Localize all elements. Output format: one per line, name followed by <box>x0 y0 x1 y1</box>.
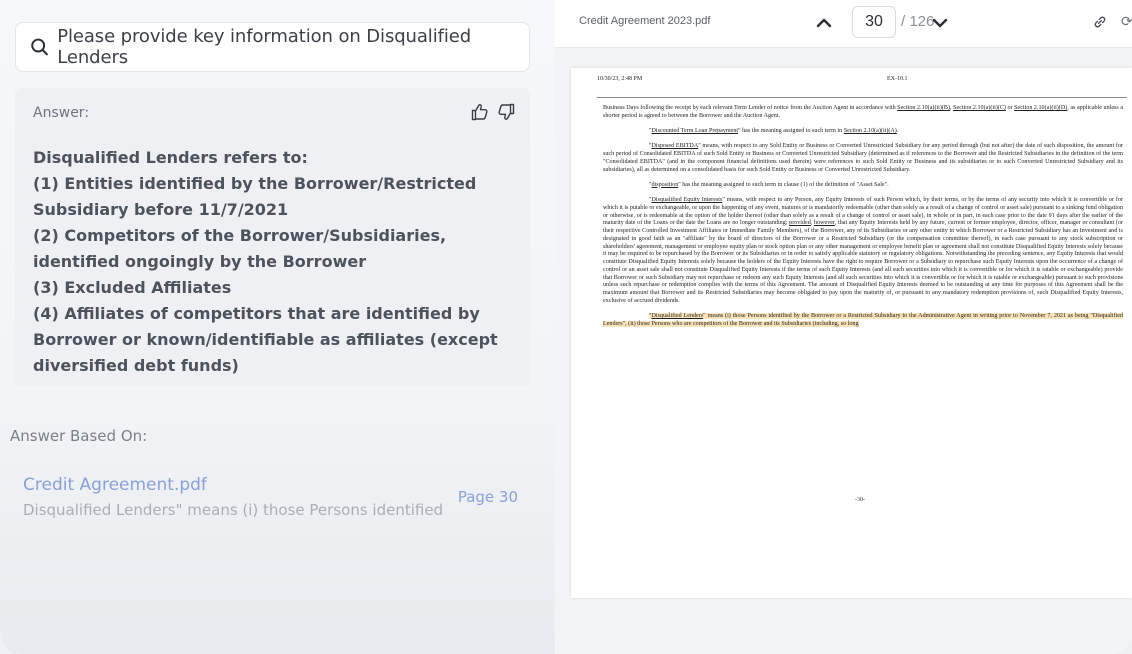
search-query[interactable]: Please provide key information on Disqua… <box>57 26 529 68</box>
page-number-input[interactable]: 30 <box>852 6 896 38</box>
document-name: Credit Agreement 2023.pdf <box>579 15 711 27</box>
pdf-viewer: Credit Agreement 2023.pdf 30 / 126 ⟳ 10/… <box>555 0 1132 654</box>
app-frame: Please provide key information on Disqua… <box>0 0 1132 654</box>
answer-line: Disqualified Lenders refers to: <box>33 148 308 167</box>
divider <box>597 97 1127 98</box>
thumbs-down-icon[interactable] <box>496 102 516 122</box>
answer-line: (2) Competitors of the Borrower/Subsidia… <box>33 226 447 271</box>
answer-line: (3) Excluded Affiliates <box>33 278 232 297</box>
link-icon[interactable] <box>1091 13 1109 31</box>
pdf-page-number: -30- <box>855 497 865 503</box>
source-title[interactable]: Credit Agreement.pdf <box>23 475 207 495</box>
answer-text: Disqualified Lenders refers to: (1) Enti… <box>33 145 521 379</box>
answer-label: Answer: <box>33 105 90 121</box>
pdf-page: 10/30/23, 2:48 PM EX-10.1 Business Days … <box>571 68 1132 598</box>
viewer-toolbar: Credit Agreement 2023.pdf 30 / 126 ⟳ <box>555 0 1132 48</box>
pdf-canvas[interactable]: 10/30/23, 2:48 PM EX-10.1 Business Days … <box>555 48 1132 608</box>
search-icon <box>31 38 48 56</box>
thumbs-up-icon[interactable] <box>470 102 490 122</box>
source-snippet: Disqualified Lenders" means (i) those Pe… <box>23 501 444 519</box>
answer-line: (1) Entities identified by the Borrower/… <box>33 174 477 219</box>
pdf-header-date: 10/30/23, 2:48 PM <box>597 76 643 82</box>
chevron-down-icon[interactable] <box>928 11 952 35</box>
feedback-buttons <box>470 102 516 122</box>
chevron-up-icon[interactable] <box>812 11 836 35</box>
chat-pane: Please provide key information on Disqua… <box>0 0 555 654</box>
source-citation[interactable]: Credit Agreement.pdf Disqualified Lender… <box>10 465 530 535</box>
answer-line: (4) Affiliates of competitors that are i… <box>33 304 498 375</box>
answer-based-on-label: Answer Based On: <box>10 427 148 445</box>
pdf-body-text: Business Days following the receipt by e… <box>603 105 1124 327</box>
pdf-header-exhibit: EX-10.1 <box>887 76 908 82</box>
answer-card: Answer: Disqualified Lenders refers to: … <box>15 88 530 386</box>
more-icon[interactable]: ⟳ <box>1121 13 1132 30</box>
search-bar[interactable]: Please provide key information on Disqua… <box>15 22 530 72</box>
source-page-link[interactable]: Page 30 <box>458 488 518 506</box>
highlighted-passage: "Disqualified Lenders" means (i) those P… <box>603 313 1123 327</box>
